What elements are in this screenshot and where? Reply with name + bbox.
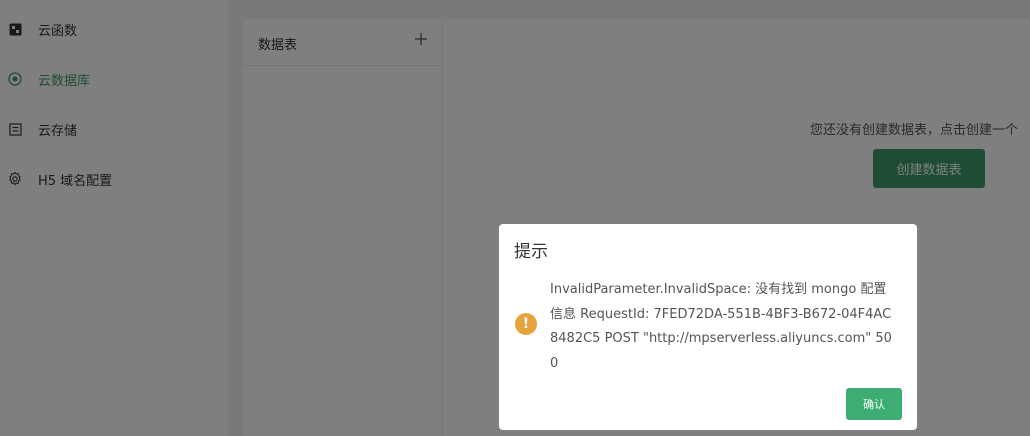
dialog-title: 提示 [514, 242, 548, 262]
confirm-button[interactable]: 确认 [846, 388, 902, 420]
dialog-message: InvalidParameter.InvalidSpace: 没有找到 mong… [550, 282, 892, 371]
alert-dialog: 提示 ! InvalidParameter.InvalidSpace: 没有找到… [499, 224, 917, 430]
app-window: 云函数 云数据库 云存储 H5 域名配置 数据表 [0, 0, 1030, 436]
warning-icon: ! [515, 313, 537, 335]
